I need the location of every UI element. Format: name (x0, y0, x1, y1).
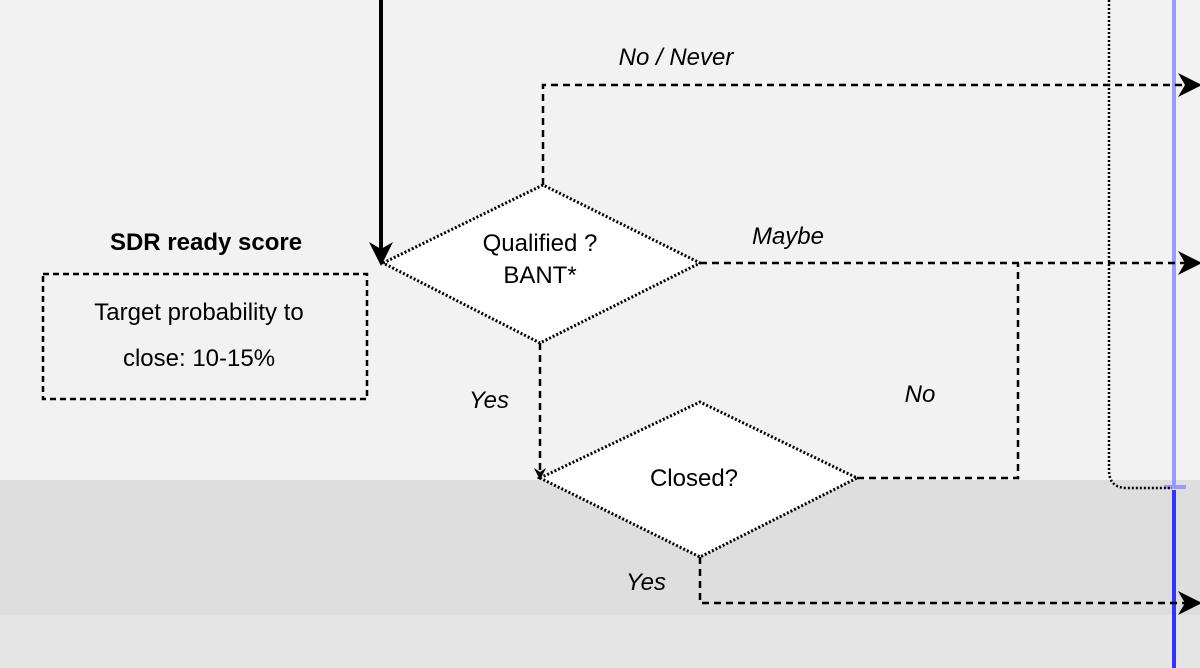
edge-label-no-never: No / Never (619, 44, 735, 71)
edge-label-yes-closed: Yes (626, 569, 666, 596)
score-line2: close: 10-15% (123, 345, 275, 372)
edge-label-maybe: Maybe (752, 223, 824, 250)
edge-label-yes-qualified: Yes (469, 387, 509, 414)
flowchart: Qualified ? BANT* Closed? No / Never May… (0, 0, 1200, 668)
edge-label-no-closed: No (905, 381, 936, 408)
decision-qualified-line2: BANT* (503, 262, 576, 289)
decision-closed-label: Closed? (650, 465, 738, 492)
decision-qualified-line1: Qualified ? (483, 230, 598, 257)
swimlane-lower (0, 615, 1200, 668)
score-title: SDR ready score (110, 229, 302, 256)
score-line1: Target probability to (94, 299, 303, 326)
